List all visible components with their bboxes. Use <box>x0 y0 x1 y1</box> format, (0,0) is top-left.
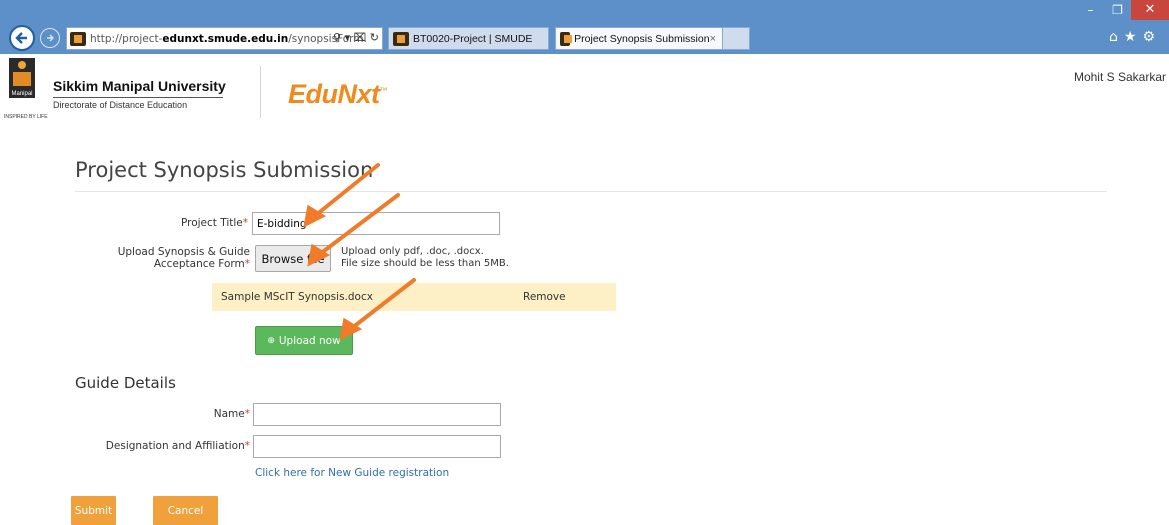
manipal-logo: Manipal INSPIRED BY LIFE <box>4 58 48 120</box>
remove-file-link[interactable]: Remove <box>523 291 566 303</box>
selected-file-name: Sample MScIT Synopsis.docx <box>221 291 373 303</box>
tab-favicon-icon <box>560 31 573 46</box>
new-tab-button[interactable] <box>723 27 750 50</box>
guide-name-label: Name* <box>150 408 250 420</box>
minimize-button[interactable]: – <box>1077 0 1104 20</box>
close-tab-icon[interactable]: × <box>710 33 716 45</box>
site-header: Manipal INSPIRED BY LIFE Sikkim Manipal … <box>0 54 1169 128</box>
tab-project-synopsis[interactable]: Project Synopsis Submission × <box>555 27 723 50</box>
close-window-button[interactable]: ✕ <box>1131 0 1169 20</box>
product-name: EduNxt <box>288 79 380 109</box>
trademark-mark: ™ <box>379 86 388 95</box>
university-divider <box>53 97 223 98</box>
browser-toolbar-icons[interactable]: ⌂★⚙ <box>1109 29 1161 45</box>
url-prefix: http://project- <box>90 32 163 45</box>
hint-size: File size should be less than 5MB. <box>341 258 509 269</box>
hint-formats: Upload only pdf, .doc, .docx. <box>341 246 484 257</box>
selected-file-row: Sample MScIT Synopsis.docx Remove <box>212 283 616 311</box>
site-favicon-icon <box>70 31 86 46</box>
upload-label-line2: Acceptance Form <box>153 258 245 270</box>
restore-button[interactable]: ❐ <box>1104 0 1131 20</box>
required-mark: * <box>244 440 250 452</box>
required-mark: * <box>244 408 250 420</box>
logo-mark-text: Manipal <box>11 91 33 97</box>
back-arrow-icon <box>15 32 27 44</box>
guide-name-label-text: Name <box>213 408 245 420</box>
required-mark: * <box>244 258 250 270</box>
university-subtitle: Directorate of Distance Education <box>53 100 188 110</box>
guide-name-input[interactable] <box>253 403 501 426</box>
window-controls: – ❐ ✕ <box>1077 0 1169 20</box>
university-block: Sikkim Manipal University Directorate of… <box>53 78 226 110</box>
back-button[interactable] <box>9 25 35 51</box>
upload-now-button[interactable]: ⊕ Upload now <box>255 326 353 355</box>
designation-input[interactable] <box>253 435 501 458</box>
upload-icon: ⊕ <box>267 335 275 346</box>
header-divider <box>260 66 261 118</box>
tab-label: BT0020-Project | SMUDE <box>413 32 533 45</box>
tab-label: Project Synopsis Submission <box>574 32 710 45</box>
page-title: Project Synopsis Submission <box>75 158 374 182</box>
project-title-input[interactable] <box>252 212 500 235</box>
designation-label-text: Designation and Affiliation <box>105 440 245 452</box>
forward-button[interactable] <box>40 28 60 48</box>
submit-button[interactable]: Submit <box>71 496 116 525</box>
user-name[interactable]: Mohit S Sakarkar <box>1074 70 1166 84</box>
project-title-label-text: Project Title <box>180 217 243 229</box>
tab-favicon-icon <box>393 31 409 46</box>
upload-now-label: Upload now <box>278 334 341 347</box>
upload-label-line1: Upload Synopsis & Guide <box>117 246 250 258</box>
project-title-label: Project Title* <box>110 217 248 229</box>
guide-details-heading: Guide Details <box>75 374 176 392</box>
new-guide-registration-link[interactable]: Click here for New Guide registration <box>255 467 449 479</box>
url-domain: edunxt.smude.edu.in <box>162 32 289 45</box>
edunxt-logo: EduNxt™ <box>288 79 387 110</box>
upload-hint: Upload only pdf, .doc, .docx. File size … <box>341 246 509 270</box>
cancel-button[interactable]: Cancel <box>153 496 218 525</box>
required-mark: * <box>242 217 248 229</box>
designation-label: Designation and Affiliation* <box>60 440 250 452</box>
title-divider <box>75 191 1107 192</box>
browser-chrome: – ❐ ✕ http://project-edunxt.smude.edu.in… <box>0 0 1169 54</box>
browse-file-button[interactable]: Browse file <box>255 245 331 272</box>
university-name: Sikkim Manipal University <box>53 78 226 94</box>
tab-bt0020-project[interactable]: BT0020-Project | SMUDE <box>388 27 549 50</box>
address-tools[interactable]: ⚲ ▾ ⌧ ↻ <box>333 31 379 44</box>
upload-synopsis-label: Upload Synopsis & Guide Acceptance Form* <box>90 246 250 270</box>
forward-arrow-icon <box>47 34 54 42</box>
logo-tagline: INSPIRED BY LIFE <box>4 114 48 120</box>
address-bar[interactable]: http://project-edunxt.smude.edu.in/synop… <box>66 27 383 50</box>
